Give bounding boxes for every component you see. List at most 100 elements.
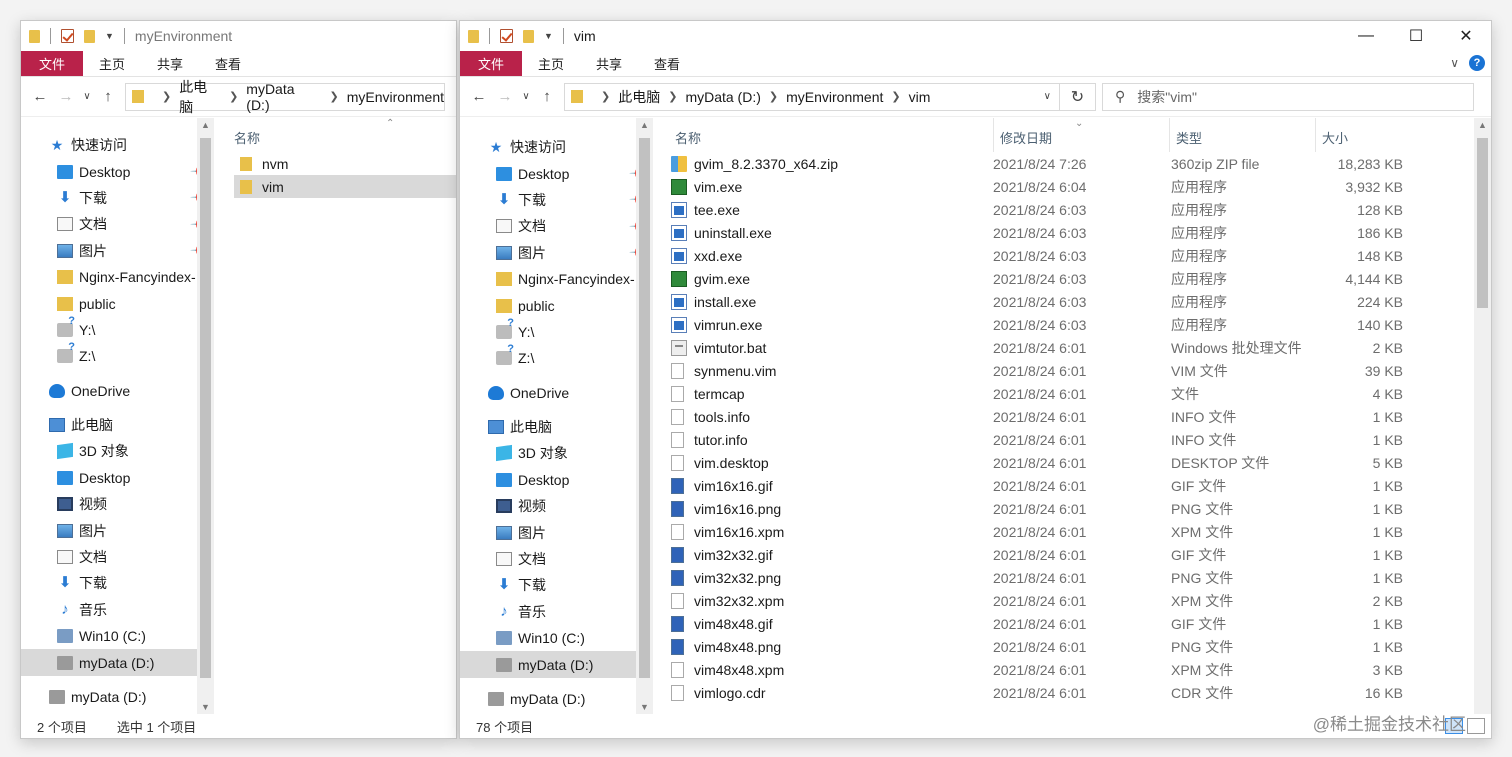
nav-drive-d-root[interactable]: myData (D:) xyxy=(21,684,214,710)
table-row[interactable]: vim32x32.gif 2021/8/24 6:01 GIF 文件 1 KB xyxy=(653,543,1491,566)
minimize-icon[interactable]: — xyxy=(1341,21,1391,51)
nav-documents[interactable]: 文档📌 xyxy=(460,213,653,239)
table-row[interactable]: synmenu.vim 2021/8/24 6:01 VIM 文件 39 KB xyxy=(653,359,1491,382)
forward-arrow-icon[interactable]: → xyxy=(53,88,79,105)
search-input[interactable]: ⚲ 搜索"vim" xyxy=(1102,82,1474,111)
nav-folder-nginx[interactable]: Nginx-Fancyindex- xyxy=(460,266,653,292)
nav-network-z[interactable]: Z:\ xyxy=(460,343,653,371)
chevron-right-icon[interactable]: ❯ xyxy=(229,90,238,103)
scroll-down-icon[interactable]: ▼ xyxy=(636,702,653,712)
tab-share[interactable]: 共享 xyxy=(580,51,638,76)
nav-desktop[interactable]: Desktop📌 xyxy=(460,160,653,186)
forward-arrow-icon[interactable]: → xyxy=(492,88,518,105)
nav-pictures[interactable]: 图片📌 xyxy=(460,240,653,266)
breadcrumb-this-pc[interactable]: 此电脑 xyxy=(618,87,660,107)
nav-scrollbar[interactable]: ▲ ▼ xyxy=(197,118,214,714)
nav-documents[interactable]: 文档📌 xyxy=(21,211,214,237)
scroll-down-icon[interactable]: ▼ xyxy=(197,702,214,712)
table-row[interactable]: vim16x16.gif 2021/8/24 6:01 GIF 文件 1 KB xyxy=(653,474,1491,497)
close-icon[interactable]: ✕ xyxy=(1441,21,1491,51)
column-size[interactable]: 大小 xyxy=(1315,118,1348,152)
scroll-thumb[interactable] xyxy=(639,138,650,678)
nav-this-pc[interactable]: 此电脑 xyxy=(21,412,214,438)
breadcrumb-current[interactable]: vim xyxy=(909,89,931,105)
nav-downloads[interactable]: ⬇下载📌 xyxy=(460,187,653,213)
chevron-right-icon[interactable]: ❯ xyxy=(330,90,339,103)
recent-dropdown-icon[interactable]: ∨ xyxy=(518,91,534,102)
breadcrumb-this-pc[interactable]: 此电脑 xyxy=(179,77,221,117)
properties-icon[interactable] xyxy=(61,29,74,43)
nav-quick-access[interactable]: ★ 快速访问 xyxy=(460,134,653,160)
nav-folder-public[interactable]: public xyxy=(21,290,214,316)
table-row[interactable]: vim48x48.xpm 2021/8/24 6:01 XPM 文件 3 KB xyxy=(653,658,1491,681)
table-row[interactable]: vim16x16.png 2021/8/24 6:01 PNG 文件 1 KB xyxy=(653,497,1491,520)
table-row[interactable]: vim.desktop 2021/8/24 6:01 DESKTOP 文件 5 KB xyxy=(653,451,1491,474)
properties-icon[interactable] xyxy=(500,29,513,43)
table-row[interactable]: vimtutor.bat 2021/8/24 6:01 Windows 批处理文件 2… xyxy=(653,336,1491,359)
nav-desktop[interactable]: Desktop📌 xyxy=(21,158,214,184)
help-icon[interactable]: ? xyxy=(1469,55,1485,71)
nav-quick-access[interactable]: ★ 快速访问 xyxy=(21,132,214,158)
up-arrow-icon[interactable]: ↑ xyxy=(95,88,121,105)
nav-pc-downloads[interactable]: ⬇ 下载 xyxy=(21,570,214,596)
table-row[interactable]: vim16x16.xpm 2021/8/24 6:01 XPM 文件 1 KB xyxy=(653,520,1491,543)
folder-icon[interactable] xyxy=(29,29,40,43)
nav-drive-d[interactable]: myData (D:) xyxy=(21,649,214,676)
breadcrumb-drive[interactable]: myData (D:) xyxy=(246,81,321,113)
nav-videos[interactable]: 视频 xyxy=(21,491,214,517)
tab-home[interactable]: 主页 xyxy=(522,51,580,76)
table-row[interactable]: install.exe 2021/8/24 6:03 应用程序 224 KB xyxy=(653,290,1491,313)
nav-pc-pictures[interactable]: 图片 xyxy=(21,517,214,543)
nav-network-z[interactable]: Z:\ xyxy=(21,341,214,369)
expand-ribbon-icon[interactable]: ∨ xyxy=(1450,56,1459,70)
nav-pc-desktop[interactable]: Desktop xyxy=(21,465,214,491)
recent-dropdown-icon[interactable]: ∨ xyxy=(79,91,95,102)
address-bar[interactable]: ❯ 此电脑 ❯ myData (D:) ❯ myEnvironment xyxy=(125,79,445,115)
nav-drive-c[interactable]: Win10 (C:) xyxy=(460,625,653,651)
column-name[interactable]: 名称 xyxy=(234,128,260,147)
list-item[interactable]: vim xyxy=(234,175,456,198)
column-date[interactable]: 修改日期 xyxy=(993,118,1052,152)
file-scrollbar[interactable]: ▲ xyxy=(1474,118,1491,714)
breadcrumb-folder[interactable]: myEnvironment xyxy=(347,89,444,105)
nav-drive-d[interactable]: myData (D:) xyxy=(460,651,653,678)
nav-pc-pictures[interactable]: 图片 xyxy=(460,519,653,545)
column-name[interactable]: 名称 xyxy=(675,128,701,147)
breadcrumb-drive[interactable]: myData (D:) xyxy=(685,89,760,105)
large-icons-view-icon[interactable] xyxy=(1467,718,1485,734)
back-arrow-icon[interactable]: ← xyxy=(466,88,492,105)
nav-3d-objects[interactable]: 3D 对象 xyxy=(460,440,653,466)
table-row[interactable]: vim.exe 2021/8/24 6:04 应用程序 3,932 KB xyxy=(653,175,1491,198)
chevron-right-icon[interactable]: ❯ xyxy=(891,90,900,103)
nav-this-pc[interactable]: 此电脑 xyxy=(460,414,653,440)
nav-folder-nginx[interactable]: Nginx-Fancyindex- xyxy=(21,264,214,290)
nav-videos[interactable]: 视频 xyxy=(460,493,653,519)
table-row[interactable]: tools.info 2021/8/24 6:01 INFO 文件 1 KB xyxy=(653,405,1491,428)
column-type[interactable]: 类型 xyxy=(1169,118,1202,152)
nav-scrollbar[interactable]: ▲ ▼ xyxy=(636,118,653,714)
table-row[interactable]: gvim_8.2.3370_x64.zip 2021/8/24 7:26 360zi… xyxy=(653,152,1491,175)
maximize-icon[interactable]: ☐ xyxy=(1391,21,1441,51)
table-row[interactable]: xxd.exe 2021/8/24 6:03 应用程序 148 KB xyxy=(653,244,1491,267)
up-arrow-icon[interactable]: ↑ xyxy=(534,88,560,105)
nav-pc-downloads[interactable]: ⬇ 下载 xyxy=(460,572,653,598)
nav-onedrive[interactable]: OneDrive xyxy=(21,378,214,404)
new-folder-icon[interactable] xyxy=(523,29,534,43)
nav-drive-d-root[interactable]: myData (D:) xyxy=(460,686,653,712)
table-row[interactable]: termcap 2021/8/24 6:01 文件 4 KB xyxy=(653,382,1491,405)
nav-onedrive[interactable]: OneDrive xyxy=(460,380,653,406)
chevron-right-icon[interactable]: ❯ xyxy=(162,90,171,103)
table-row[interactable]: vimlogo.cdr 2021/8/24 6:01 CDR 文件 16 KB xyxy=(653,681,1491,704)
nav-folder-public[interactable]: public xyxy=(460,292,653,318)
nav-network-y[interactable]: Y:\ xyxy=(460,317,653,345)
tab-view[interactable]: 查看 xyxy=(638,51,696,76)
chevron-right-icon[interactable]: ❯ xyxy=(668,90,677,103)
customize-dropdown-icon[interactable]: ▼ xyxy=(105,31,114,41)
list-item[interactable]: nvm xyxy=(234,152,456,175)
tab-share[interactable]: 共享 xyxy=(141,51,199,76)
nav-network-y[interactable]: Y:\ xyxy=(21,315,214,343)
new-folder-icon[interactable] xyxy=(84,29,95,43)
table-row[interactable]: vim32x32.xpm 2021/8/24 6:01 XPM 文件 2 KB xyxy=(653,589,1491,612)
nav-pc-desktop[interactable]: Desktop xyxy=(460,467,653,493)
scroll-up-icon[interactable]: ▲ xyxy=(197,120,214,130)
